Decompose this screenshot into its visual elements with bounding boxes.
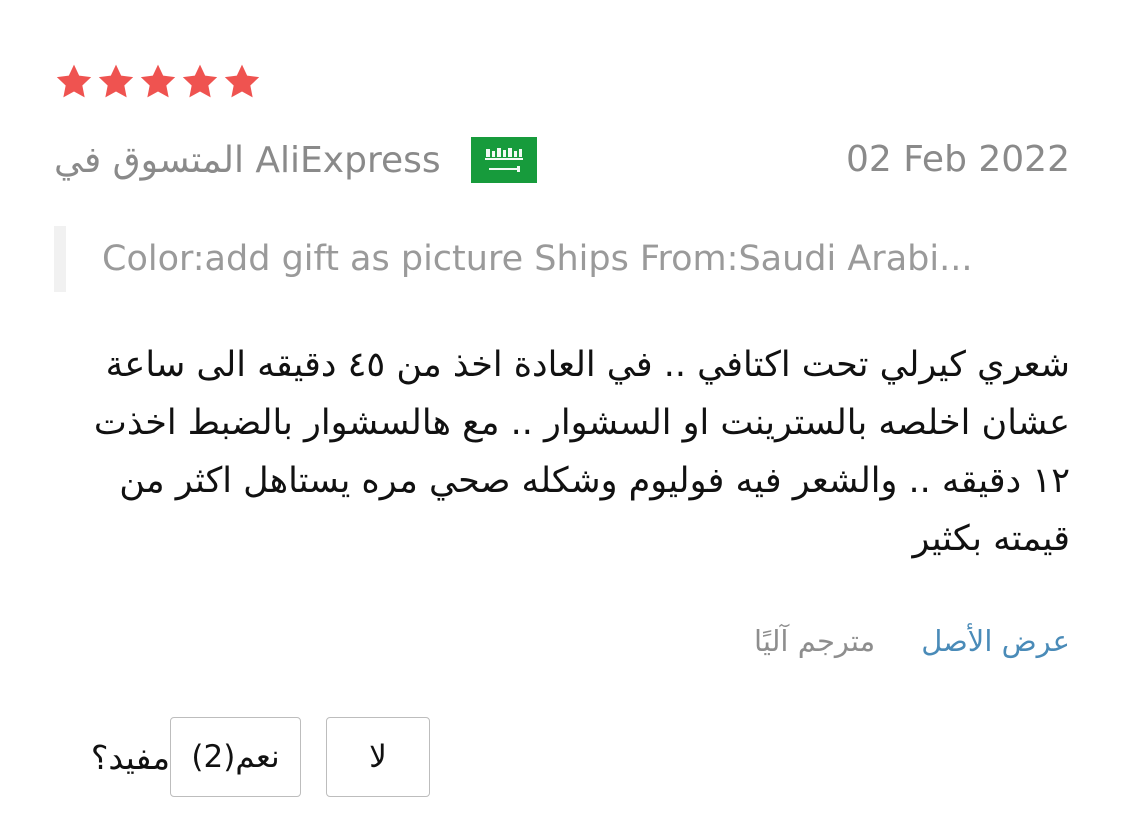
- helpful-label: مفيد؟: [90, 737, 170, 777]
- star-icon: [96, 62, 136, 102]
- star-icon: [180, 62, 220, 102]
- review-date: 02 Feb 2022: [845, 139, 1070, 180]
- sku-info: Color:add gift as picture Ships From:Sau…: [54, 226, 1068, 292]
- helpful-yes-button[interactable]: نعم(2): [170, 717, 301, 797]
- star-icon: [138, 62, 178, 102]
- machine-translated-label: مترجم آليًا: [754, 624, 876, 658]
- reviewer-row: AliExpress المتسوق في 02 Feb 2022: [54, 134, 1070, 186]
- saudi-arabia-flag-icon: [470, 137, 537, 183]
- rating-stars: [54, 62, 262, 102]
- show-original-link[interactable]: عرض الأصل: [921, 624, 1070, 658]
- helpful-row: مفيد؟ نعم(2) لا: [50, 716, 430, 798]
- star-icon: [54, 62, 94, 102]
- reviewer-info: AliExpress المتسوق في: [54, 134, 537, 186]
- star-icon: [222, 62, 262, 102]
- translation-row: عرض الأصل مترجم آليًا: [700, 616, 1070, 666]
- review-text: شعري كيرلي تحت اكتافي .. في العادة اخذ م…: [93, 345, 1070, 559]
- reviewer-label: AliExpress المتسوق في: [54, 139, 441, 181]
- helpful-no-button[interactable]: لا: [326, 717, 430, 797]
